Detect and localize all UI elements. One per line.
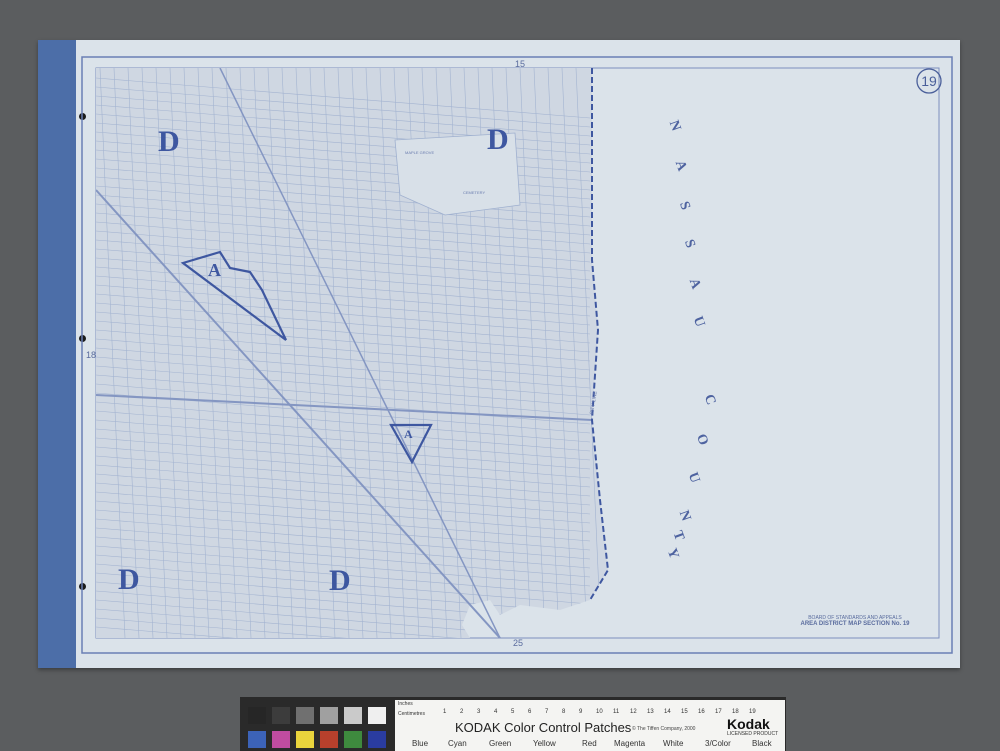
gray-patch bbox=[248, 707, 266, 724]
ruler-number: 3 bbox=[477, 709, 481, 715]
gray-patch bbox=[344, 707, 362, 724]
zone-label: A bbox=[404, 427, 413, 441]
color-patch bbox=[296, 731, 314, 748]
color-patch bbox=[248, 731, 266, 748]
ruler-number: 12 bbox=[630, 709, 637, 715]
sheet-number: 19 bbox=[921, 73, 937, 89]
kodak-logo: Kodak bbox=[727, 716, 770, 732]
kodak-ruler: 1 2 3 4 5 6 7 8 9 10 11 12 13 14 15 16 17 18 19 bbox=[398, 702, 783, 718]
district-label: D bbox=[487, 123, 509, 156]
ruler-number: 1 bbox=[443, 709, 447, 715]
adjacent-sheet-top: 15 bbox=[515, 59, 526, 69]
kodak-title: KODAK Color Control Patches bbox=[455, 720, 632, 735]
cemetery-name: MAPLE GROVE bbox=[405, 150, 435, 155]
patch-name: White bbox=[663, 739, 684, 748]
district-label: D bbox=[329, 564, 351, 597]
ruler-number: 10 bbox=[596, 709, 603, 715]
patch-name: 3/Color bbox=[705, 739, 731, 748]
ruler-number: 18 bbox=[732, 709, 739, 715]
ruler-number: 6 bbox=[528, 709, 532, 715]
gray-patch bbox=[272, 707, 290, 724]
ruler-number: 8 bbox=[562, 709, 566, 715]
adjacent-sheet-left: 18 bbox=[86, 350, 97, 360]
patch-name: Cyan bbox=[448, 739, 467, 748]
ruler-number: 5 bbox=[511, 709, 515, 715]
ruler-number: 2 bbox=[460, 709, 464, 715]
patch-name: Black bbox=[752, 739, 772, 748]
ruler-number: 19 bbox=[749, 709, 756, 715]
ruler-number: 11 bbox=[613, 709, 620, 715]
ruler-number: 9 bbox=[579, 709, 583, 715]
ruler-number: 7 bbox=[545, 709, 549, 715]
cemetery-name: CEMETERY bbox=[463, 190, 486, 195]
map-drawing bbox=[81, 56, 953, 654]
patch-name: Magenta bbox=[614, 739, 646, 748]
color-patch bbox=[272, 731, 290, 748]
ruler-number: 16 bbox=[698, 709, 705, 715]
ruler-number: 13 bbox=[647, 709, 654, 715]
patch-name: Red bbox=[582, 739, 597, 748]
adjacent-sheet-bottom: 25 bbox=[513, 638, 524, 648]
district-label: D bbox=[158, 125, 180, 158]
title-block-title: AREA DISTRICT MAP SECTION No. 19 bbox=[800, 621, 910, 627]
ruler-number: 4 bbox=[494, 709, 498, 715]
ruler-number: 15 bbox=[681, 709, 688, 715]
patch-name: Blue bbox=[412, 739, 429, 748]
color-patch bbox=[344, 731, 362, 748]
gray-patch bbox=[296, 707, 314, 724]
gray-patch bbox=[320, 707, 338, 724]
ruler-number: 17 bbox=[715, 709, 722, 715]
color-patch bbox=[320, 731, 338, 748]
zone-label: A bbox=[208, 260, 221, 280]
district-label: D bbox=[118, 563, 140, 596]
map-title-block: BOARD OF STANDARDS AND APPEALS AREA DIST… bbox=[800, 615, 910, 627]
gray-patch bbox=[368, 707, 386, 724]
color-patch bbox=[368, 731, 386, 748]
patch-name: Yellow bbox=[533, 739, 556, 748]
ruler-number: 14 bbox=[664, 709, 671, 715]
kodak-copyright: © The Tiffen Company, 2000 bbox=[632, 726, 696, 732]
kodak-licensed-text: LICENSED PRODUCT bbox=[727, 731, 779, 737]
patch-name: Green bbox=[489, 739, 512, 748]
